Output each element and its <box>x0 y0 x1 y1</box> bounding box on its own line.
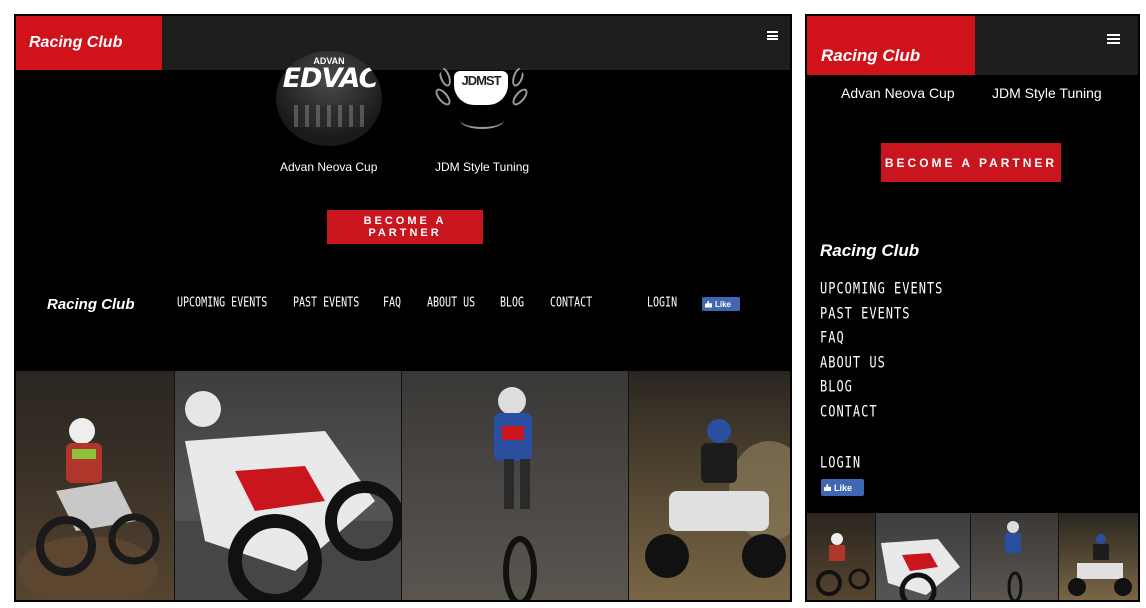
nav-blog[interactable]: BLOG <box>500 296 524 310</box>
nav-faq[interactable]: FAQ <box>383 296 401 310</box>
become-partner-button[interactable]: BECOME A PARTNER <box>327 210 483 244</box>
mobile-photo-quad <box>1059 513 1138 600</box>
like-label: Like <box>715 299 732 309</box>
advan-logo-text: EDVAC <box>282 63 379 94</box>
footer-brand[interactable]: Racing Club <box>47 296 135 313</box>
photo-motocross <box>16 371 176 600</box>
mobile-top-nav-bar: Racing Club <box>807 16 1138 75</box>
mobile-thumbs-up-icon <box>824 484 831 491</box>
photo-motocross-wheelie <box>402 371 629 600</box>
mobile-facebook-like-button[interactable]: Like <box>821 479 864 496</box>
nav-past-events[interactable]: PAST EVENTS <box>293 296 359 310</box>
desktop-view: Racing Club ADVAN EDVAC JDMST Advan Neov… <box>14 14 792 602</box>
mobile-photo-superbike <box>876 513 971 600</box>
mobile-brand-logo[interactable]: Racing Club <box>807 16 975 75</box>
mobile-hamburger-menu-icon[interactable] <box>1107 34 1120 44</box>
mobile-partner-caption-jdm: JDM Style Tuning <box>992 85 1102 101</box>
nav-upcoming-events[interactable]: UPCOMING EVENTS <box>177 296 267 310</box>
partner-caption-advan: Advan Neova Cup <box>280 160 378 174</box>
mobile-photo-strip <box>807 513 1138 600</box>
mobile-footer-brand[interactable]: Racing Club <box>820 241 919 261</box>
mobile-partner-caption-advan: Advan Neova Cup <box>841 85 955 101</box>
nav-login[interactable]: LOGIN <box>647 296 677 310</box>
partner-caption-jdm: JDM Style Tuning <box>435 160 530 174</box>
advan-partner-logo[interactable]: ADVAN EDVAC <box>276 51 382 146</box>
mobile-become-partner-button[interactable]: BECOME A PARTNER <box>881 143 1061 182</box>
photo-superbike <box>175 371 402 600</box>
mobile-nav-contact[interactable]: CONTACT <box>820 401 943 433</box>
nav-about-us[interactable]: ABOUT US <box>427 296 475 310</box>
mobile-nav-list: UPCOMING EVENTS PAST EVENTS FAQ ABOUT US… <box>820 278 943 476</box>
hamburger-menu-icon[interactable] <box>767 31 778 40</box>
jdm-logo-text: JDMST <box>461 73 501 88</box>
facebook-like-button[interactable]: Like <box>702 297 740 311</box>
footer-nav: Racing Club UPCOMING EVENTS PAST EVENTS … <box>16 292 790 316</box>
thumbs-up-icon <box>705 300 712 308</box>
photo-quad <box>628 371 790 600</box>
mobile-photo-motocross <box>807 513 876 600</box>
mobile-view: Racing Club Advan Neova Cup JDM Style Tu… <box>805 14 1140 602</box>
mobile-photo-motocross-wheelie <box>971 513 1059 600</box>
top-nav-bar: Racing Club <box>16 16 790 70</box>
jdm-partner-logo[interactable]: JDMST <box>434 51 529 137</box>
photo-strip <box>16 371 790 600</box>
nav-contact[interactable]: CONTACT <box>550 296 592 310</box>
mobile-like-label: Like <box>834 482 853 493</box>
brand-logo[interactable]: Racing Club <box>16 16 162 70</box>
